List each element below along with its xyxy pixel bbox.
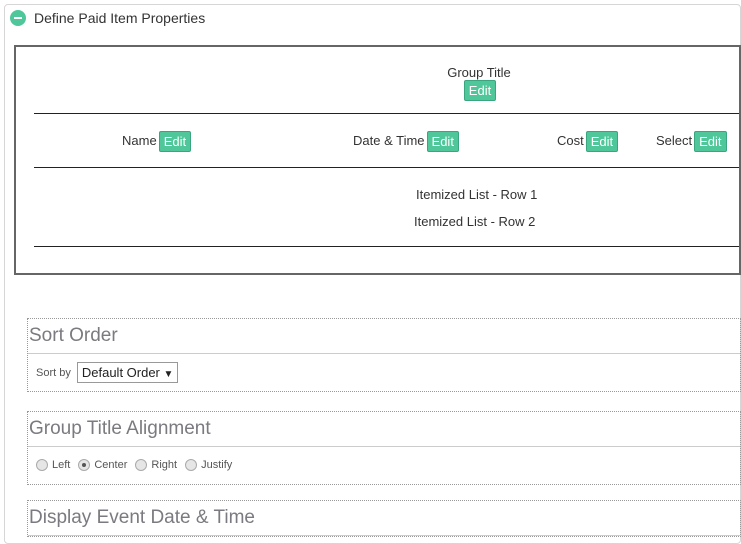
edit-date-time-button[interactable]: Edit <box>426 131 459 152</box>
radio-right[interactable] <box>135 459 148 471</box>
preview-table: Group Title Edit Name Edit Date & Time Edi… <box>14 45 741 275</box>
panel-title: Define Paid Item Properties <box>34 10 206 26</box>
edit-group-title-button[interactable]: Edit <box>463 80 497 101</box>
radio-label: Center <box>94 459 128 471</box>
radio-center[interactable] <box>78 459 91 471</box>
sort-by-label: Sort by <box>36 366 71 379</box>
column-date-time: Date & Time Edit <box>353 131 459 152</box>
edit-cost-button[interactable]: Edit <box>585 131 619 152</box>
section-title: Sort Order <box>28 319 740 354</box>
display-date-section: Display Event Date & Time <box>27 500 741 537</box>
radio-left[interactable] <box>36 459 48 471</box>
group-title: Group Title <box>447 65 511 80</box>
radio-label: Justify <box>201 459 233 471</box>
list-item: Itemized List - Row 1 <box>416 187 538 202</box>
sort-by-select[interactable]: Default Order ▼ <box>76 362 179 383</box>
column-select: Select Edit <box>656 131 727 152</box>
minus-circle-icon[interactable] <box>10 10 26 26</box>
radio-label: Right <box>151 459 178 471</box>
edit-select-button[interactable]: Edit <box>694 131 727 152</box>
section-title: Group Title Alignment <box>28 412 740 447</box>
edit-name-button[interactable]: Edit <box>158 131 192 152</box>
column-name: Name Edit <box>122 131 192 152</box>
column-cost: Cost Edit <box>557 131 619 152</box>
radio-label: Left <box>52 459 71 471</box>
group-title-cell: Group Title Edit <box>399 65 559 101</box>
sort-order-section: Sort Order Sort by Default Order ▼ <box>27 318 741 392</box>
radio-justify[interactable] <box>185 459 198 471</box>
dropdown-arrow-icon: ▼ <box>163 369 174 380</box>
section-title: Display Event Date & Time <box>28 501 740 536</box>
panel-header[interactable]: Define Paid Item Properties <box>10 10 205 26</box>
group-title-alignment-section: Group Title Alignment Left Center Right … <box>27 411 741 485</box>
list-item: Itemized List - Row 2 <box>414 214 536 229</box>
